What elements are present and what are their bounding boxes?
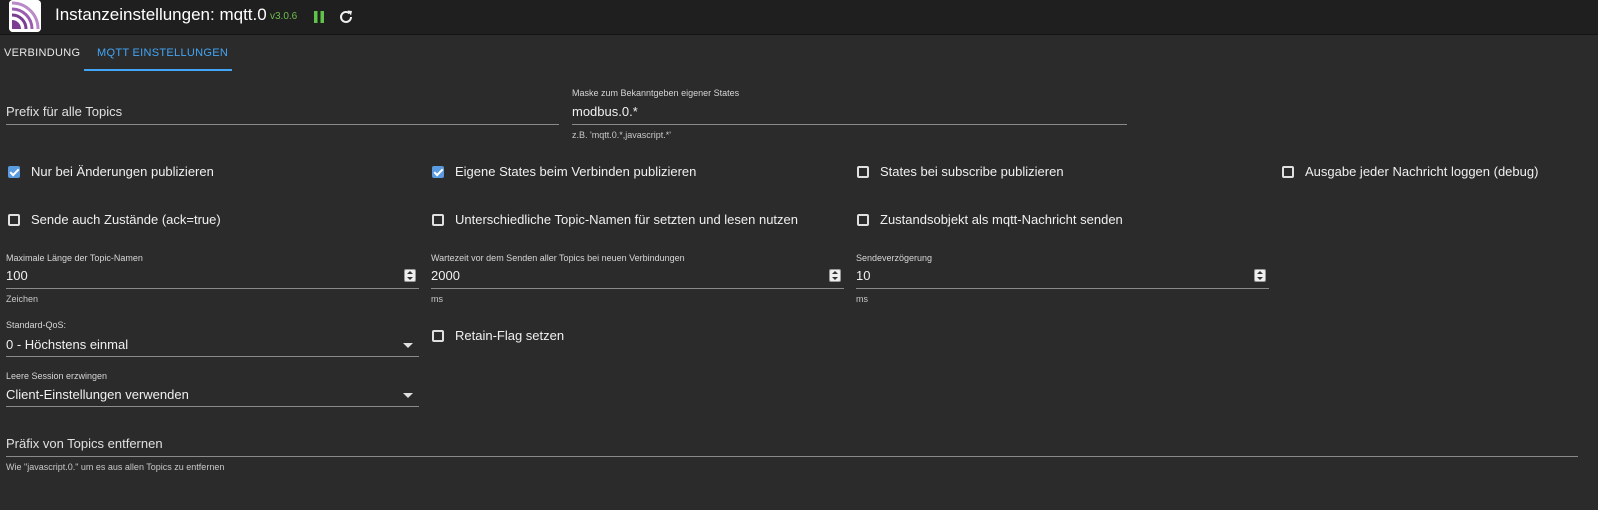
- scrollbar-track[interactable]: [1583, 35, 1598, 510]
- checkbox-retain-flag[interactable]: [432, 330, 444, 342]
- wait-time-input[interactable]: 2000: [431, 268, 460, 283]
- mask-helper: z.B. 'mqtt.0.*,javascript.*': [572, 130, 671, 140]
- max-topic-length-stepper[interactable]: [404, 269, 416, 282]
- qos-select[interactable]: 0 - Höchstens einmal: [6, 337, 128, 352]
- qos-label: Standard-QoS:: [6, 320, 67, 330]
- remove-prefix-helper: Wie "javascript.0." um es aus allen Topi…: [6, 462, 225, 472]
- chevron-down-icon[interactable]: [403, 393, 413, 398]
- wait-time-stepper[interactable]: [829, 269, 841, 282]
- wait-time-label: Wartezeit vor dem Senden aller Topics be…: [431, 253, 685, 263]
- checkbox-different-topic-names-label[interactable]: Unterschiedliche Topic-Namen für setzten…: [455, 212, 798, 227]
- page-title: Instanzeinstellungen: mqtt.0: [55, 5, 267, 24]
- qos-select-underline: [6, 356, 419, 357]
- checkbox-debug-log-label[interactable]: Ausgabe jeder Nachricht loggen (debug): [1305, 164, 1538, 179]
- checkbox-send-ack-states[interactable]: [8, 214, 20, 226]
- checkbox-only-changes[interactable]: [8, 166, 20, 178]
- chevron-down-icon[interactable]: [403, 343, 413, 348]
- checkbox-debug-log[interactable]: [1282, 166, 1294, 178]
- checkbox-publish-own-states-label[interactable]: Eigene States beim Verbinden publizieren: [455, 164, 696, 179]
- clean-session-select[interactable]: Client-Einstellungen verwenden: [6, 387, 189, 402]
- mqtt-adapter-logo: [9, 0, 41, 32]
- prefix-input[interactable]: Prefix für alle Topics: [6, 104, 122, 119]
- checkbox-only-changes-label[interactable]: Nur bei Änderungen publizieren: [31, 164, 214, 179]
- max-topic-length-input[interactable]: 100: [6, 268, 28, 283]
- checkbox-send-state-object-label[interactable]: Zustandsobjekt als mqtt-Nachricht senden: [880, 212, 1123, 227]
- send-delay-underline: [856, 288, 1269, 289]
- max-topic-length-label: Maximale Länge der Topic-Namen: [6, 253, 143, 263]
- tab-bar: VERBINDUNG MQTT EINSTELLUNGEN: [0, 35, 1598, 73]
- mask-input-underline: [572, 124, 1127, 125]
- max-topic-length-underline: [6, 288, 419, 289]
- checkbox-retain-flag-label[interactable]: Retain-Flag setzen: [455, 328, 564, 343]
- checkbox-send-state-object[interactable]: [857, 214, 869, 226]
- prefix-input-underline: [6, 124, 559, 125]
- send-delay-helper: ms: [856, 294, 868, 304]
- mask-input[interactable]: modbus.0.*: [572, 104, 638, 119]
- wait-time-helper: ms: [431, 294, 443, 304]
- checkbox-different-topic-names[interactable]: [432, 214, 444, 226]
- checkbox-publish-own-states[interactable]: [432, 166, 444, 178]
- version-label: v3.0.6: [270, 11, 298, 22]
- tab-verbindung[interactable]: VERBINDUNG: [4, 47, 80, 59]
- tab-mqtt-einstellungen[interactable]: MQTT EINSTELLUNGEN: [97, 47, 228, 59]
- send-delay-label: Sendeverzögerung: [856, 253, 933, 263]
- pause-icon[interactable]: [310, 8, 328, 26]
- checkbox-publish-on-subscribe[interactable]: [857, 166, 869, 178]
- mask-label: Maske zum Bekanntgeben eigener States: [572, 88, 740, 98]
- send-delay-stepper[interactable]: [1254, 269, 1266, 282]
- active-tab-indicator: [84, 69, 232, 71]
- remove-prefix-input[interactable]: Präfix von Topics entfernen: [6, 436, 163, 451]
- title-bar: Instanzeinstellungen: mqtt.0 v3.0.6: [0, 0, 1598, 35]
- remove-prefix-underline: [6, 456, 1578, 457]
- checkbox-send-ack-states-label[interactable]: Sende auch Zustände (ack=true): [31, 212, 221, 227]
- send-delay-input[interactable]: 10: [856, 268, 870, 283]
- wait-time-underline: [431, 288, 844, 289]
- clean-session-select-underline: [6, 406, 419, 407]
- checkbox-publish-on-subscribe-label[interactable]: States bei subscribe publizieren: [880, 164, 1064, 179]
- reload-icon[interactable]: [337, 8, 355, 26]
- clean-session-label: Leere Session erzwingen: [6, 371, 108, 381]
- max-topic-length-helper: Zeichen: [6, 294, 39, 304]
